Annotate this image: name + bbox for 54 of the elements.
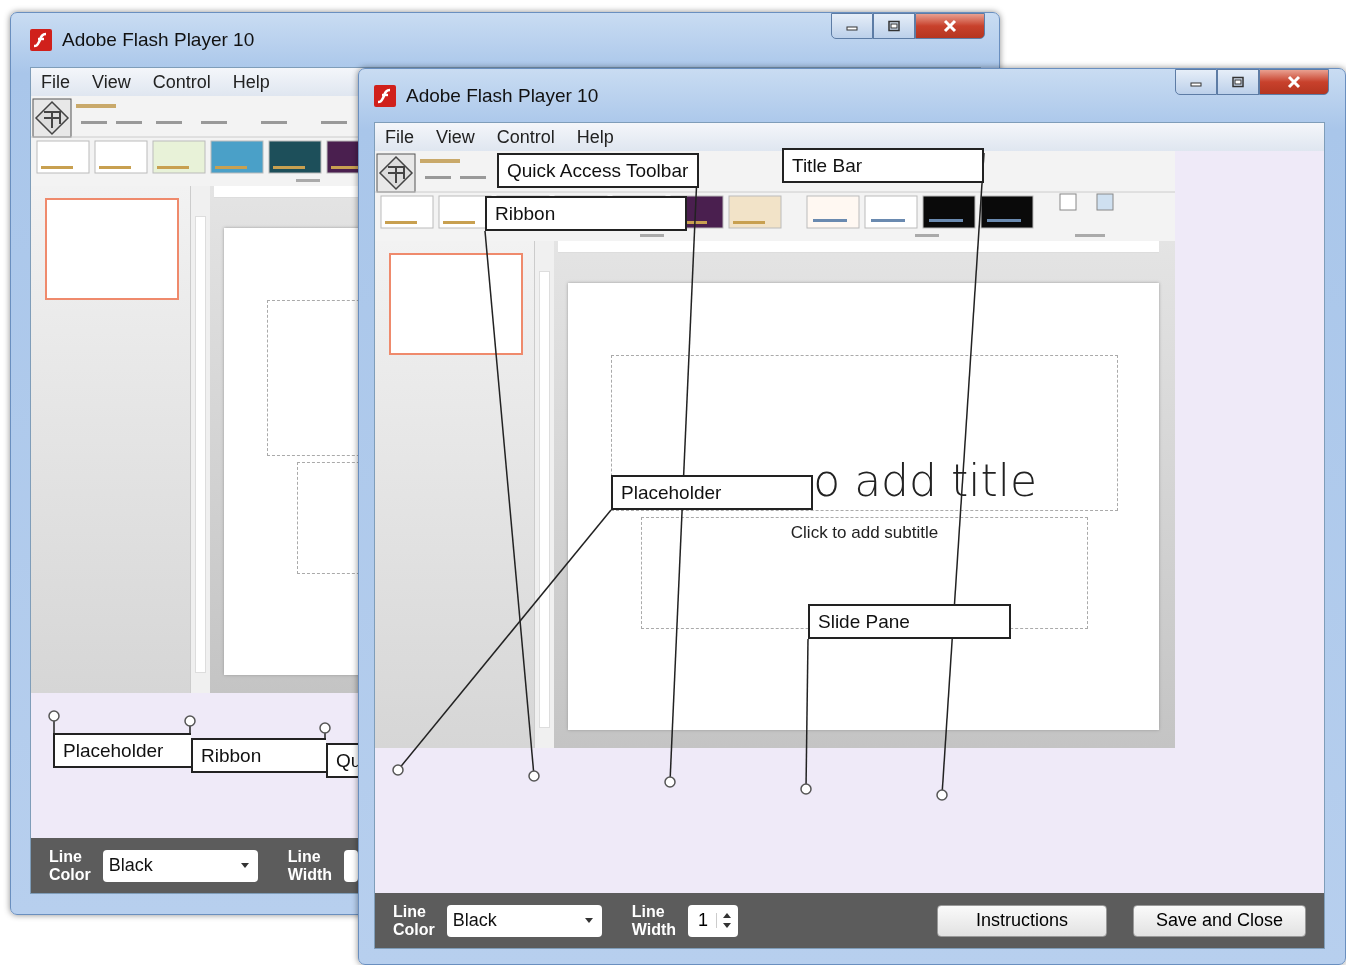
- anchor-handle[interactable]: [664, 776, 676, 788]
- line-color-label: Line Color: [49, 847, 91, 884]
- close-icon: [942, 19, 958, 33]
- menu-item[interactable]: File: [41, 71, 70, 93]
- slide-subtitle: Click to add subtitle: [790, 523, 939, 543]
- anchor-handle[interactable]: [800, 783, 812, 795]
- close-icon: [1286, 75, 1302, 89]
- line-color-dropdown[interactable]: Black: [102, 849, 258, 882]
- menu-item[interactable]: Help: [232, 71, 270, 93]
- menu-item[interactable]: Control: [152, 71, 211, 93]
- maximize-icon: [1231, 76, 1245, 88]
- close-button[interactable]: [915, 13, 985, 39]
- menu-item[interactable]: View: [92, 71, 131, 93]
- minimize-button[interactable]: [1175, 69, 1217, 95]
- menu-item[interactable]: Help: [576, 126, 614, 148]
- anchor-handle[interactable]: [319, 722, 331, 734]
- minimize-button[interactable]: [831, 13, 873, 39]
- callout-label[interactable]: Title Bar: [782, 148, 984, 183]
- action-button[interactable]: Instructions: [936, 904, 1107, 937]
- line-width-stepper[interactable]: 1: [688, 904, 739, 937]
- window-title: Adobe Flash Player 10: [62, 29, 255, 51]
- callout-label[interactable]: Placeholder: [53, 733, 191, 768]
- callout-label[interactable]: Placeholder: [611, 475, 813, 510]
- close-button[interactable]: [1259, 69, 1329, 95]
- line-color-dropdown[interactable]: Black: [446, 904, 602, 937]
- app-icon: [30, 29, 52, 51]
- caret-icon: [584, 918, 593, 923]
- menu-item[interactable]: Control: [496, 126, 555, 148]
- anchor-handle[interactable]: [48, 710, 60, 722]
- anchor-handle[interactable]: [528, 770, 540, 782]
- anchor-handle[interactable]: [184, 715, 196, 727]
- line-width-stepper[interactable]: [344, 849, 359, 882]
- action-button[interactable]: Save and Close: [1132, 904, 1306, 937]
- callout-label[interactable]: Ribbon: [191, 738, 326, 773]
- maximize-button[interactable]: [1217, 69, 1259, 95]
- anchor-handle[interactable]: [936, 789, 948, 801]
- menu-item[interactable]: File: [385, 126, 414, 148]
- menu-item[interactable]: View: [436, 126, 475, 148]
- maximize-button[interactable]: [873, 13, 915, 39]
- callout-label[interactable]: Quick Access Toolbar: [497, 153, 699, 188]
- caret-icon: [240, 863, 249, 868]
- window-title: Adobe Flash Player 10: [406, 84, 599, 107]
- callout-label[interactable]: Slide Pane: [808, 604, 1011, 639]
- line-color-label: Line Color: [393, 902, 435, 939]
- anchor-handle[interactable]: [392, 764, 404, 776]
- line-width-label: Line Width: [287, 847, 333, 884]
- down-arrow-icon[interactable]: [723, 923, 732, 928]
- maximize-icon: [887, 20, 901, 32]
- slide-thumbnail[interactable]: [389, 253, 523, 355]
- callout-label[interactable]: Ribbon: [485, 196, 687, 231]
- line-width-label: Line Width: [631, 902, 677, 939]
- app-icon: [374, 84, 396, 107]
- slide-thumbnail[interactable]: [45, 198, 179, 300]
- up-arrow-icon[interactable]: [723, 913, 732, 918]
